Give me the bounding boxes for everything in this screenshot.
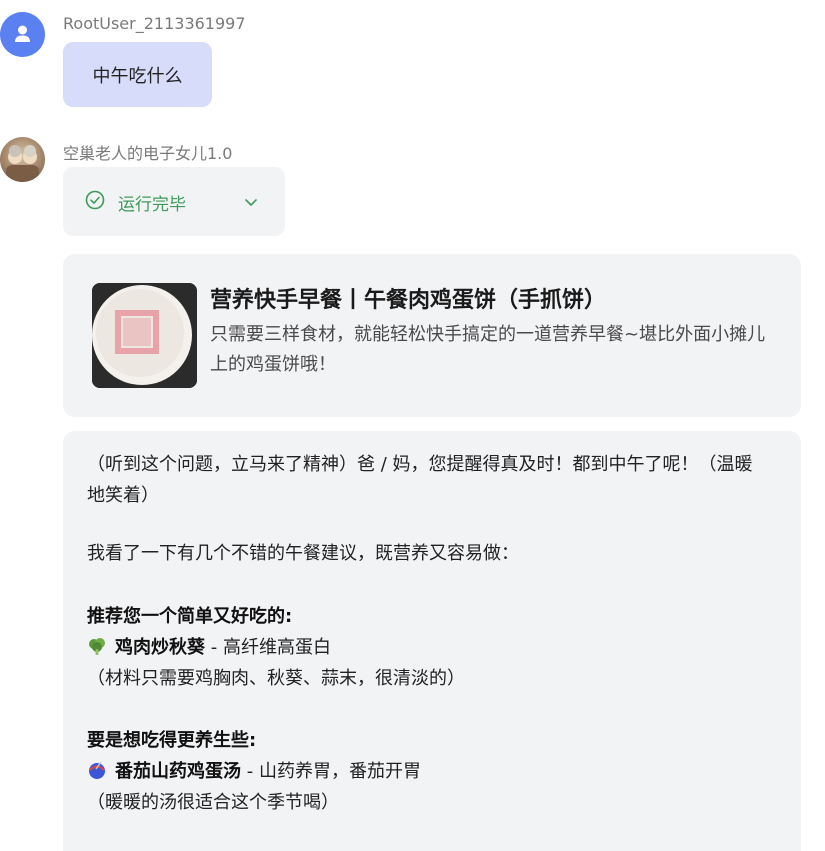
section-2-dish-desc: - 山药养胃，番茄开胃 (241, 761, 421, 782)
recipe-card[interactable]: 营养快手早餐丨午餐肉鸡蛋饼（手抓饼） 只需要三样食材，就能轻松快手搞定的一道营养… (63, 254, 801, 417)
reply-section-1: 推荐您一个简单又好吃的: 鸡肉炒秋葵 - 高纤维高蛋白 （材料只需要鸡胸肉、秋葵… (87, 601, 767, 694)
user-avatar (0, 12, 45, 57)
recipe-image (92, 283, 197, 388)
recipe-description: 只需要三样食材，就能轻松快手搞定的一道营养早餐~堪比外面小摊儿上的鸡蛋饼哦！ (210, 324, 766, 375)
user-message-bubble: 中午吃什么 (63, 42, 212, 107)
recipe-title: 营养快手早餐丨午餐肉鸡蛋饼（手抓饼） (210, 288, 607, 313)
broccoli-icon (89, 638, 105, 655)
section-1-dish: 鸡肉炒秋葵 (115, 637, 205, 658)
reply-intro: （听到这个问题，立马来了精神）爸 / 妈，您提醒得真及时！都到中午了呢！（温暖地… (87, 454, 753, 506)
run-status-text: 运行完毕 (118, 195, 186, 215)
section-1-note: （材料只需要鸡胸肉、秋葵、蒜末，很清淡的） (87, 668, 465, 689)
reply-lead: 我看了一下有几个不错的午餐建议，既营养又容易做： (87, 543, 519, 564)
recipe-thumbnail (92, 283, 197, 388)
user-message-text: 中午吃什么 (92, 65, 183, 87)
bot-name: 空巢老人的电子女儿1.0 (63, 144, 233, 163)
section-2-heading: 要是想吃得更养生些: (87, 730, 257, 751)
bot-reply-bubble: （听到这个问题，立马来了精神）爸 / 妈，您提醒得真及时！都到中午了呢！（温暖地… (63, 431, 801, 851)
section-1-dish-desc: - 高纤维高蛋白 (205, 637, 331, 658)
check-circle-icon (85, 190, 105, 210)
reply-section-2: 要是想吃得更养生些: 番茄山药鸡蛋汤 - 山药养胃，番茄开胃 （暖暖的汤很适合这… (87, 725, 767, 818)
section-1-dish-line: 鸡肉炒秋葵 - 高纤维高蛋白 (87, 632, 767, 663)
bowl-icon (89, 761, 105, 779)
bot-avatar (0, 137, 45, 182)
section-1-heading: 推荐您一个简单又好吃的: (87, 606, 293, 627)
user-name: RootUser_2113361997 (63, 14, 246, 33)
chevron-down-icon[interactable] (243, 194, 259, 210)
section-2-dish-line: 番茄山药鸡蛋汤 - 山药养胃，番茄开胃 (87, 756, 767, 787)
elderly-couple-icon (6, 145, 39, 182)
section-2-note: （暖暖的汤很适合这个季节喝） (87, 792, 339, 813)
section-2-dish: 番茄山药鸡蛋汤 (115, 761, 241, 782)
user-icon (15, 25, 30, 42)
run-status-toggle[interactable]: 运行完毕 (63, 167, 285, 236)
